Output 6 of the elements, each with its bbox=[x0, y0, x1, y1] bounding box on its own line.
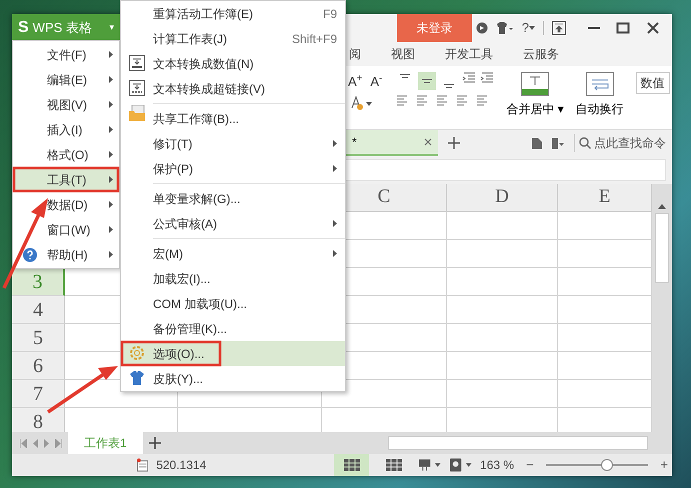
merge-center-label: 合并居中 ▾ bbox=[506, 101, 564, 118]
wrap-text-label: 自动换行 bbox=[576, 101, 624, 118]
cell-value-text: 520.1314 bbox=[156, 457, 206, 474]
zoom-percent-text: 163 % bbox=[480, 457, 514, 474]
shortcut-text: Shift+F9 bbox=[292, 30, 337, 48]
shortcut-text: F9 bbox=[322, 6, 337, 22]
